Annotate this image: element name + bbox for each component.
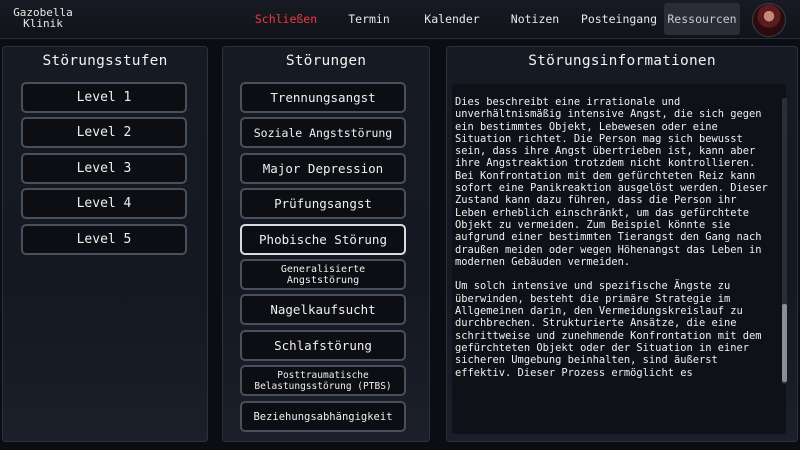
nav-posteingang[interactable]: Posteingang [578,0,660,38]
info-text: Dies beschreibt eine irrationale und unv… [455,96,773,398]
disorder-pruefungsangst[interactable]: Prüfungsangst [240,188,406,219]
nav-kalender[interactable]: Kalender [416,0,488,38]
level-2-button[interactable]: Level 2 [21,117,187,148]
disorder-phobische-stoerung[interactable]: Phobische Störung [240,224,406,255]
clinic-name: Gazobella Klinik [13,6,73,30]
level-5-button[interactable]: Level 5 [21,224,187,255]
disorder-beziehungsabhaengigkeit[interactable]: Beziehungsabhängigkeit [240,401,406,432]
level-4-button[interactable]: Level 4 [21,188,187,219]
disorder-nagelkaufsucht[interactable]: Nagelkaufsucht [240,294,406,325]
info-scrollbar[interactable] [782,98,787,384]
top-bar: Gazobella Klinik Schließen Termin Kalend… [0,0,800,39]
nav-schliessen[interactable]: Schließen [246,0,326,38]
info-text-box: Dies beschreibt eine irrationale und unv… [452,84,786,434]
info-panel-title: Störungsinformationen [528,53,716,69]
disorder-major-depression[interactable]: Major Depression [240,153,406,184]
disorder-generalisierte-angststoerung[interactable]: Generalisierte Angststörung [240,259,406,290]
disorder-soziale-angststoerung[interactable]: Soziale Angststörung [240,117,406,148]
info-paragraph-1: Dies beschreibt eine irrationale und unv… [455,96,768,268]
nav-termin[interactable]: Termin [338,0,400,38]
disorder-schlafstoerung[interactable]: Schlafstörung [240,330,406,361]
nav-notizen[interactable]: Notizen [502,0,568,38]
disorder-ptbs[interactable]: Posttraumatische Belastungsstörung (PTBS… [240,365,406,396]
disorder-trennungsangst[interactable]: Trennungsangst [240,82,406,113]
info-paragraph-2: Um solch intensive und spezifische Ängst… [455,280,768,379]
info-scrollbar-thumb[interactable] [782,304,787,382]
nav-ressourcen[interactable]: Ressourcen [664,3,740,35]
level-3-button[interactable]: Level 3 [21,153,187,184]
level-1-button[interactable]: Level 1 [21,82,187,113]
levels-panel-title: Störungsstufen [42,53,168,69]
disorders-panel-title: Störungen [285,53,367,69]
avatar[interactable] [752,3,786,37]
